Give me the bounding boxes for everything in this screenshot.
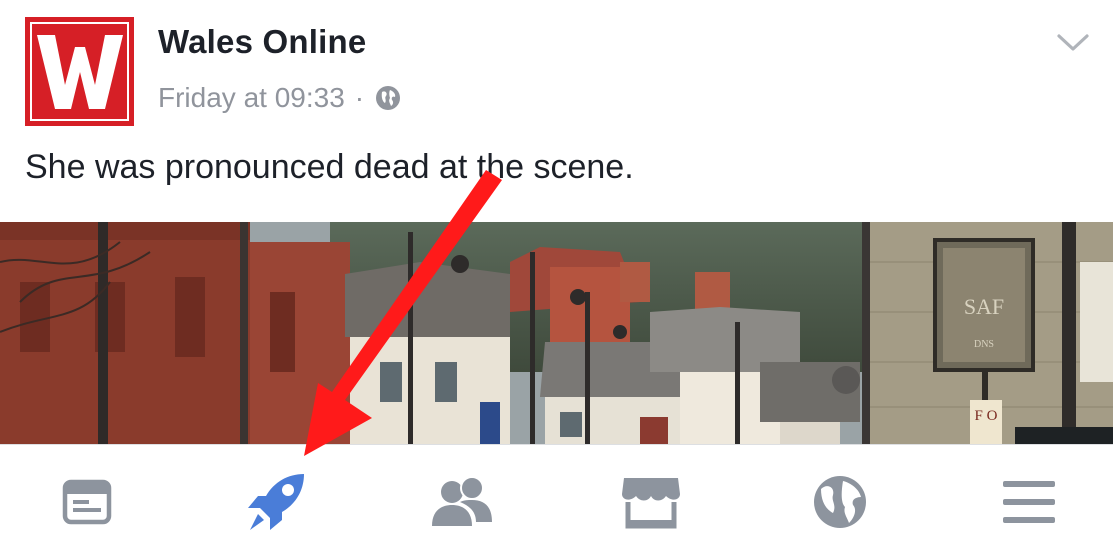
notifications-globe-icon [814, 475, 866, 528]
pub-sign-text: SAF [964, 294, 1004, 319]
tab-notifications[interactable] [760, 445, 920, 558]
tab-rocket[interactable] [196, 445, 356, 558]
chevron-down-icon[interactable] [1055, 30, 1091, 54]
page-name[interactable]: Wales Online [158, 23, 366, 61]
news-feed-icon [62, 479, 112, 524]
post-meta: Friday at 09:33 · [158, 82, 402, 114]
marketplace-icon [622, 477, 680, 528]
meta-separator: · [354, 82, 365, 113]
wales-online-logo-icon [25, 17, 134, 126]
tab-marketplace[interactable] [571, 445, 731, 558]
tab-news-feed[interactable] [7, 445, 167, 558]
tab-friends[interactable] [382, 445, 542, 558]
wales-online-avatar[interactable] [25, 17, 134, 126]
street-photo: SAF DNS F O [0, 222, 1113, 444]
post-text: She was pronounced dead at the scene. [25, 148, 634, 186]
menu-icon [1003, 480, 1055, 523]
friends-icon [432, 475, 492, 526]
post-photo[interactable]: SAF DNS F O [0, 222, 1113, 444]
bottom-nav-bar [0, 444, 1113, 558]
post-timestamp[interactable]: Friday at 09:33 [158, 82, 345, 114]
tab-menu[interactable] [949, 445, 1109, 558]
fo-sign-text: F O [975, 408, 998, 424]
globe-icon [376, 86, 401, 110]
post-header: Wales Online Friday at 09:33 · [0, 0, 1113, 140]
rocket-icon [248, 473, 304, 530]
pub-sign-subtext: DNS [974, 339, 994, 350]
